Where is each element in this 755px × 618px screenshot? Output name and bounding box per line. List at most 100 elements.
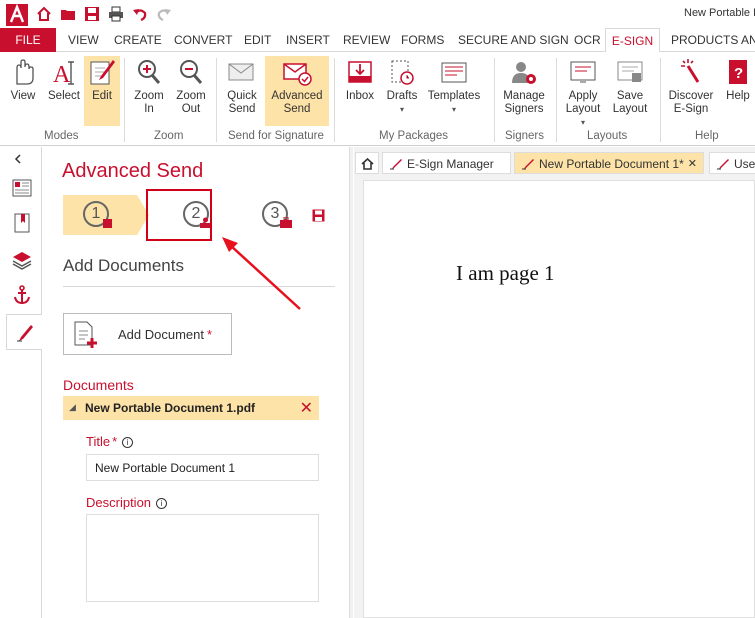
manage-signers-icon xyxy=(512,62,536,84)
document-row[interactable]: ◢ New Portable Document 1.pdf ✕ xyxy=(63,396,319,420)
tab-ocr[interactable]: OCR xyxy=(574,28,601,52)
tab-current-document[interactable]: New Portable Document 1* ✕ xyxy=(514,152,704,174)
tab-third-document[interactable]: Use xyxy=(709,152,755,174)
templates-button[interactable]: Templates ▾ xyxy=(424,56,484,126)
home-tab[interactable] xyxy=(355,152,379,174)
close-tab-icon[interactable]: ✕ xyxy=(688,153,697,175)
edit-document-icon xyxy=(90,60,115,85)
tab-create[interactable]: CREATE xyxy=(114,28,162,52)
drafts-button[interactable]: Drafts ▾ xyxy=(382,56,422,126)
edit-button[interactable]: Edit xyxy=(84,56,120,126)
tab-forms[interactable]: FORMS xyxy=(401,28,444,52)
tab-edit[interactable]: EDIT xyxy=(244,28,271,52)
help-book-icon: ? xyxy=(729,60,747,84)
group-layouts: Layouts xyxy=(587,130,628,142)
svg-text:A: A xyxy=(53,62,71,86)
save-layout-icon xyxy=(617,61,643,82)
document-area: E-Sign Manager New Portable Document 1* … xyxy=(354,147,755,618)
redo-icon[interactable] xyxy=(156,6,172,22)
title-bar: New Portable D xyxy=(0,0,755,28)
left-rail xyxy=(0,147,42,618)
quick-send-label: Quick Send xyxy=(227,90,257,115)
quick-send-button[interactable]: Quick Send xyxy=(220,56,264,126)
save-icon[interactable] xyxy=(84,6,100,22)
ribbon-separator xyxy=(494,58,495,142)
discover-icon xyxy=(681,59,700,83)
templates-dropdown-icon[interactable]: ▾ xyxy=(424,103,484,116)
tab-convert[interactable]: CONVERT xyxy=(174,28,232,52)
select-button[interactable]: A Select xyxy=(44,56,84,126)
group-signers: Signers xyxy=(505,130,544,142)
envelope-check-icon xyxy=(283,63,312,86)
group-modes: Modes xyxy=(44,130,79,142)
drafts-icon xyxy=(391,60,414,85)
apply-layout-dropdown-icon[interactable]: ▾ xyxy=(560,116,606,129)
tab-review[interactable]: REVIEW xyxy=(343,28,390,52)
pen-tab-icon xyxy=(522,159,534,170)
ribbon: View A Select Edit Modes Zoom In Zoom Ou… xyxy=(0,52,755,146)
title-info-icon[interactable]: i xyxy=(122,437,134,448)
esign-rail-tab[interactable] xyxy=(6,314,42,350)
tab-insert[interactable]: INSERT xyxy=(286,28,330,52)
undo-icon[interactable] xyxy=(132,6,148,22)
panel-splitter[interactable] xyxy=(349,147,353,618)
inbox-label: Inbox xyxy=(345,90,375,102)
view-button[interactable]: View xyxy=(4,56,42,126)
zoom-in-button[interactable]: Zoom In xyxy=(128,56,170,126)
home-icon[interactable] xyxy=(36,6,52,22)
window-title: New Portable D xyxy=(684,7,755,19)
thumbnails-icon[interactable] xyxy=(12,178,32,198)
print-icon[interactable] xyxy=(108,6,124,22)
add-document-button[interactable]: Add Document * xyxy=(63,313,232,355)
document-tabs: E-Sign Manager New Portable Document 1* … xyxy=(354,152,755,174)
documents-heading: Documents xyxy=(63,377,134,393)
step-1-add-documents[interactable]: 1 xyxy=(63,195,149,235)
description-info-icon[interactable]: i xyxy=(156,498,168,509)
add-document-text: Add Document xyxy=(118,327,204,342)
manage-signers-label: Manage Signers xyxy=(503,90,545,115)
tab-products-and[interactable]: PRODUCTS AND xyxy=(671,28,755,52)
tab-view[interactable]: VIEW xyxy=(68,28,99,52)
apply-layout-button[interactable]: Apply Layout ▾ xyxy=(560,56,606,129)
templates-icon xyxy=(441,62,467,83)
tab-secure-and-sign[interactable]: SECURE AND SIGN xyxy=(458,28,569,52)
tab-e-sign[interactable]: E-SIGN xyxy=(605,28,660,53)
advanced-send-label: Advanced Send xyxy=(271,90,323,115)
section-divider xyxy=(63,286,335,287)
layers-icon[interactable] xyxy=(12,250,32,270)
save-draft-icon[interactable] xyxy=(312,209,325,222)
briefcase-badge-icon xyxy=(280,217,292,228)
advanced-send-button[interactable]: Advanced Send xyxy=(265,56,329,126)
tab-file[interactable]: FILE xyxy=(0,28,56,52)
drafts-dropdown-icon[interactable]: ▾ xyxy=(382,103,422,116)
discover-esign-button[interactable]: Discover E-Sign xyxy=(664,56,718,126)
text-select-icon: A xyxy=(53,61,74,86)
document-page[interactable]: I am page 1 xyxy=(363,180,755,618)
open-folder-icon[interactable] xyxy=(60,6,76,22)
zoom-out-button[interactable]: Zoom Out xyxy=(170,56,212,126)
description-textarea[interactable] xyxy=(86,514,319,602)
bookmarks-icon[interactable] xyxy=(12,213,32,233)
expand-triangle-icon[interactable]: ◢ xyxy=(69,402,76,413)
app-logo-icon xyxy=(6,4,28,26)
document-badge-icon xyxy=(103,219,112,228)
help-button[interactable]: ? Help xyxy=(720,56,755,126)
inbox-button[interactable]: Inbox xyxy=(338,56,382,126)
collapse-chevron-icon[interactable] xyxy=(12,153,24,165)
description-field-label: Description i xyxy=(86,495,168,510)
view-label: View xyxy=(10,90,36,102)
apply-layout-icon xyxy=(570,61,596,83)
description-label-text: Description xyxy=(86,495,152,510)
tab-esign-manager-label: E-Sign Manager xyxy=(407,157,494,171)
manage-signers-button[interactable]: Manage Signers xyxy=(498,56,550,126)
ribbon-separator xyxy=(334,58,335,142)
step-3-send[interactable]: 3 xyxy=(242,195,292,235)
remove-document-icon[interactable]: ✕ xyxy=(300,398,313,418)
pen-tab-icon xyxy=(717,159,729,170)
zoom-in-label: Zoom In xyxy=(134,90,164,115)
tab-esign-manager[interactable]: E-Sign Manager xyxy=(382,152,511,174)
title-input[interactable] xyxy=(86,454,319,481)
group-zoom: Zoom xyxy=(154,130,184,142)
save-layout-button[interactable]: Save Layout xyxy=(608,56,652,126)
anchor-icon[interactable] xyxy=(12,285,32,305)
